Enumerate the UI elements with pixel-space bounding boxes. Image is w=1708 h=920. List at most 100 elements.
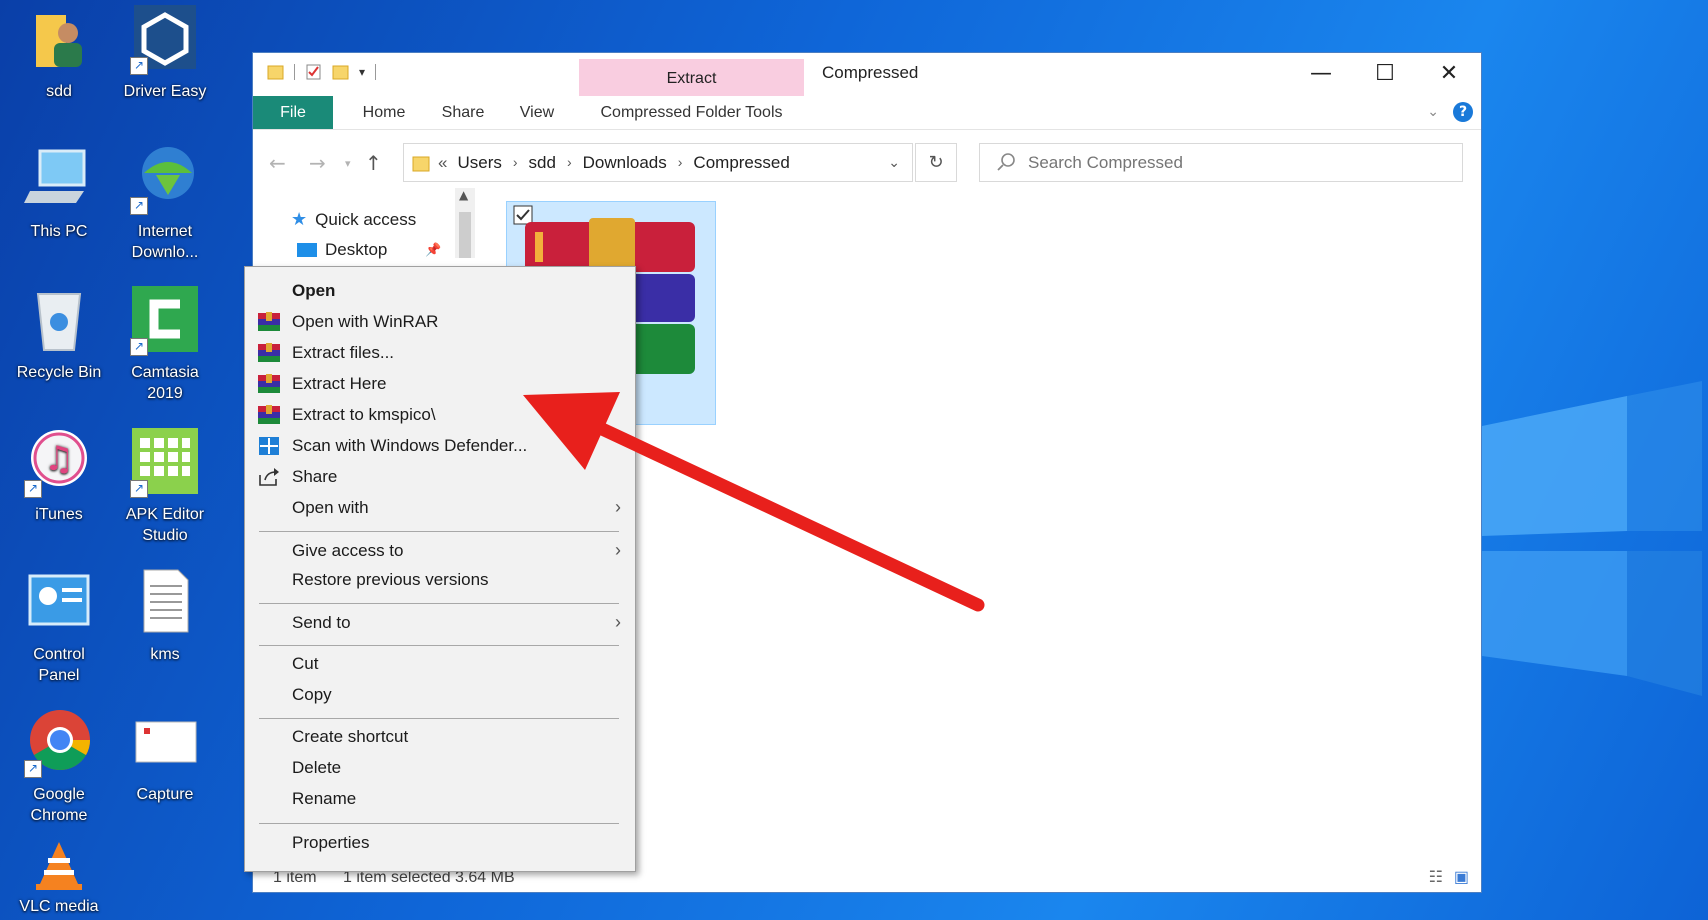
menu-item-share[interactable]: Share (245, 461, 635, 492)
user-folder-icon (24, 5, 94, 75)
up-arrow-icon[interactable]: ↑ (365, 151, 382, 175)
refresh-button[interactable]: ↻ (915, 143, 957, 182)
menu-item-properties[interactable]: Properties (245, 827, 635, 858)
menu-item-open-with[interactable]: Open with › (245, 492, 635, 523)
properties-check-icon[interactable] (305, 63, 322, 80)
breadcrumb-overflow[interactable]: « (438, 144, 447, 181)
desktop-icon-itunes[interactable]: ♫ ↗ iTunes (9, 428, 109, 525)
desktop-icon-control-panel[interactable]: Control Panel (9, 568, 109, 686)
tab-view[interactable]: View (509, 96, 565, 129)
ribbon-tabs: File Home Share View Compressed Folder T… (253, 96, 1481, 130)
desktop-icon-this-pc[interactable]: This PC (9, 145, 109, 242)
search-input[interactable] (1026, 152, 1450, 174)
scrollbar-thumb[interactable] (459, 212, 471, 258)
maximize-button[interactable]: ☐ (1353, 53, 1417, 95)
minimize-button[interactable]: — (1289, 53, 1353, 95)
nav-item-quick-access[interactable]: ★ Quick access (291, 209, 416, 230)
desktop-icon-idm[interactable]: ↗ Internet Downlo... (115, 145, 215, 263)
desktop-icon-label: Control Panel (33, 646, 85, 684)
apk-editor-icon: ↗ (130, 428, 200, 498)
menu-item-send-to[interactable]: Send to › (245, 607, 635, 638)
menu-item-give-access-to[interactable]: Give access to › (245, 535, 635, 566)
menu-item-open[interactable]: Open (245, 275, 635, 306)
extract-context-tab-header[interactable]: Extract (579, 59, 804, 96)
menu-item-create-shortcut[interactable]: Create shortcut (245, 721, 635, 752)
desktop-icon-label: iTunes (35, 506, 83, 523)
breadcrumb-users[interactable]: Users (457, 144, 501, 181)
window-title: Compressed (822, 63, 919, 82)
menu-item-delete[interactable]: Delete (245, 752, 635, 783)
address-dropdown-icon[interactable]: ⌄ (888, 144, 900, 181)
star-icon: ★ (291, 209, 308, 229)
back-arrow-icon[interactable]: ← (269, 151, 286, 175)
forward-arrow-icon[interactable]: → (309, 151, 326, 175)
menu-item-copy[interactable]: Copy (245, 679, 635, 710)
tab-share[interactable]: Share (431, 96, 495, 129)
nav-item-desktop[interactable]: Desktop 📌 (297, 240, 442, 260)
scroll-up-icon[interactable]: ▲ (459, 188, 468, 202)
tab-compressed-folder-tools[interactable]: Compressed Folder Tools (579, 96, 804, 129)
desktop-icon-label: VLC media (19, 898, 99, 915)
vlc-icon (24, 840, 94, 890)
driver-easy-icon: ↗ (130, 5, 200, 75)
tab-file[interactable]: File (253, 96, 333, 129)
desktop-folder-icon (297, 243, 317, 257)
folder-icon[interactable] (267, 63, 284, 80)
menu-separator (259, 531, 619, 532)
desktop-icon-apk-editor[interactable]: ↗ APK Editor Studio (115, 428, 215, 546)
address-bar[interactable]: « Users › sdd › Downloads › Compressed ⌄ (403, 143, 913, 182)
menu-item-restore-previous-versions[interactable]: Restore previous versions (245, 564, 635, 595)
chevron-right-icon[interactable]: › (567, 144, 572, 181)
chevron-right-icon[interactable]: › (513, 144, 518, 181)
chevron-right-icon: › (615, 612, 621, 632)
shortcut-arrow-icon: ↗ (130, 338, 148, 356)
menu-separator (259, 823, 619, 824)
desktop-icon-recycle-bin[interactable]: Recycle Bin (9, 286, 109, 383)
breadcrumb-sdd[interactable]: sdd (529, 144, 556, 181)
menu-separator (259, 603, 619, 604)
menu-item-scan-defender[interactable]: Scan with Windows Defender... (245, 430, 635, 461)
address-row: ← → ▾ ↑ « Users › sdd › Downloads › Comp… (253, 137, 1481, 183)
help-icon[interactable]: ? (1453, 102, 1473, 122)
context-menu: Open Open with WinRAR Extract files... E… (244, 266, 636, 872)
internet-download-manager-icon: ↗ (130, 145, 200, 215)
chevron-right-icon: › (615, 497, 621, 517)
chevron-right-icon[interactable]: › (678, 144, 683, 181)
nav-item-label: Quick access (315, 209, 417, 229)
shortcut-arrow-icon: ↗ (24, 760, 42, 778)
new-folder-icon[interactable] (332, 63, 349, 80)
menu-item-cut[interactable]: Cut (245, 648, 635, 679)
desktop-icon-capture[interactable]: Capture (115, 708, 215, 805)
menu-item-extract-to-kmspico[interactable]: Extract to kmspico\ (245, 399, 635, 430)
tab-home[interactable]: Home (349, 96, 419, 129)
customize-toolbar-icon[interactable]: ▾ (359, 65, 365, 79)
close-button[interactable]: ✕ (1417, 53, 1481, 95)
camtasia-icon: ↗ (130, 286, 200, 356)
control-panel-icon (24, 568, 94, 638)
expand-ribbon-icon[interactable]: ⌄ (1427, 104, 1439, 120)
desktop-icon-label: APK Editor Studio (125, 506, 205, 544)
details-view-icon[interactable]: ☷ (1429, 864, 1443, 892)
search-box[interactable] (979, 143, 1463, 182)
shortcut-arrow-icon: ↗ (130, 480, 148, 498)
desktop-icon-camtasia[interactable]: ↗ Camtasia 2019 (115, 286, 215, 404)
menu-item-open-with-winrar[interactable]: Open with WinRAR (245, 306, 635, 337)
breadcrumb-downloads[interactable]: Downloads (583, 144, 667, 181)
ribbon-right-controls: ⌄ ? (1427, 102, 1473, 122)
share-icon (259, 468, 279, 486)
desktop-icon-kms[interactable]: kms (115, 568, 215, 665)
pin-icon[interactable]: 📌 (425, 242, 441, 258)
breadcrumb-compressed[interactable]: Compressed (693, 144, 789, 181)
desktop-icon-driver-easy[interactable]: ↗ Driver Easy (115, 5, 215, 102)
nav-scrollbar[interactable]: ▲ (455, 188, 475, 258)
shortcut-arrow-icon: ↗ (130, 57, 148, 75)
menu-item-extract-here[interactable]: Extract Here (245, 368, 635, 399)
desktop-icon-chrome[interactable]: ↗ Google Chrome (9, 708, 109, 826)
recent-locations-icon[interactable]: ▾ (345, 157, 351, 170)
menu-item-extract-files[interactable]: Extract files... (245, 337, 635, 368)
desktop-icon-vlc[interactable]: VLC media (9, 840, 109, 917)
menu-item-rename[interactable]: Rename (245, 783, 635, 814)
large-icons-view-icon[interactable]: ▣ (1454, 864, 1469, 892)
desktop-icon-sdd[interactable]: sdd (9, 5, 109, 102)
desktop-icon-label: Google Chrome (30, 786, 88, 824)
